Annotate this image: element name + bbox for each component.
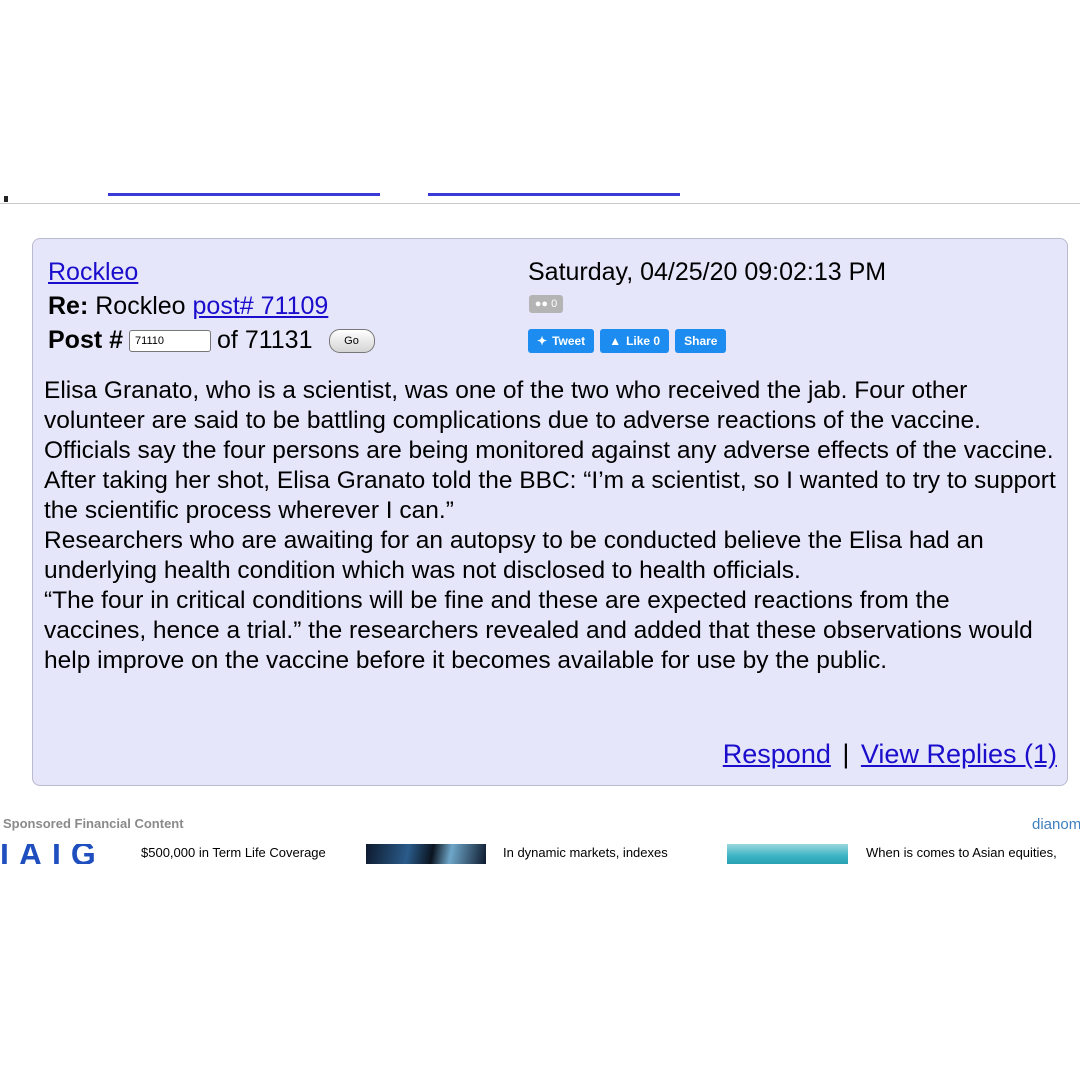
- post-number-row: Post # of 71131 Go: [48, 326, 375, 355]
- sponsored-thumbnail[interactable]: [366, 844, 486, 864]
- actions-separator: |: [842, 739, 850, 769]
- comment-count: 0: [551, 298, 558, 310]
- like-button[interactable]: ▲ Like 0: [600, 329, 670, 353]
- go-button[interactable]: Go: [328, 328, 375, 353]
- body-paragraph: After taking her shot, Elisa Granato tol…: [44, 467, 1056, 524]
- message-post: Rockleo Re: Rockleo post# 71109 Post # o…: [32, 238, 1068, 786]
- share-label: Share: [684, 334, 718, 348]
- twitter-bird-icon: ✦: [537, 334, 548, 348]
- re-author: Rockleo: [95, 292, 186, 320]
- post-actions: Respond | View Replies (1): [723, 739, 1057, 770]
- divider: [0, 203, 1080, 204]
- sponsored-item[interactable]: In dynamic markets, indexes: [503, 845, 668, 860]
- sponsored-content: Sponsored Financial Content dianomi IAIG…: [0, 800, 1080, 866]
- comment-count-badge[interactable]: ●● 0: [529, 295, 563, 313]
- cropped-link[interactable]: [108, 190, 380, 196]
- share-button[interactable]: Share: [675, 329, 727, 353]
- author-link[interactable]: Rockleo: [48, 258, 138, 287]
- social-buttons: ✦ Tweet ▲ Like 0 Share: [528, 329, 727, 353]
- sponsored-item[interactable]: When is comes to Asian equities,: [866, 845, 1057, 860]
- sponsor-brand-logo[interactable]: dianomi: [1032, 816, 1080, 833]
- cropped-link[interactable]: [428, 190, 680, 196]
- parent-post-link[interactable]: post# 71109: [193, 292, 329, 320]
- respond-link[interactable]: Respond: [723, 739, 831, 769]
- bullet: [4, 196, 8, 202]
- comment-bubble-icon: ●●: [534, 298, 549, 310]
- sponsored-title: Sponsored Financial Content: [3, 816, 184, 831]
- post-number-input[interactable]: [129, 329, 212, 352]
- sponsor-ad-logo[interactable]: IAIG: [0, 844, 106, 864]
- reply-to-line: Re: Rockleo post# 71109: [48, 292, 328, 321]
- post-total: of 71131: [217, 326, 313, 354]
- post-date: Saturday, 04/25/20 09:02:13 PM: [528, 258, 887, 286]
- body-paragraph: Researchers who are awaiting for an auto…: [44, 527, 984, 584]
- cropped-links-strip: [0, 188, 1080, 206]
- like-label: Like 0: [626, 334, 661, 348]
- sponsored-item[interactable]: $500,000 in Term Life Coverage: [141, 845, 326, 860]
- post-body: Elisa Granato, who is a scientist, was o…: [44, 376, 1057, 676]
- thumbs-up-icon: ▲: [609, 334, 622, 348]
- post-number-label: Post #: [48, 326, 124, 354]
- view-replies-link[interactable]: View Replies (1): [861, 739, 1057, 769]
- tweet-label: Tweet: [552, 334, 586, 348]
- body-paragraph: “The four in critical conditions will be…: [44, 587, 1033, 674]
- tweet-button[interactable]: ✦ Tweet: [528, 329, 595, 353]
- re-label: Re:: [48, 292, 89, 320]
- sponsored-thumbnail[interactable]: [727, 844, 848, 864]
- body-paragraph: Elisa Granato, who is a scientist, was o…: [44, 377, 1054, 464]
